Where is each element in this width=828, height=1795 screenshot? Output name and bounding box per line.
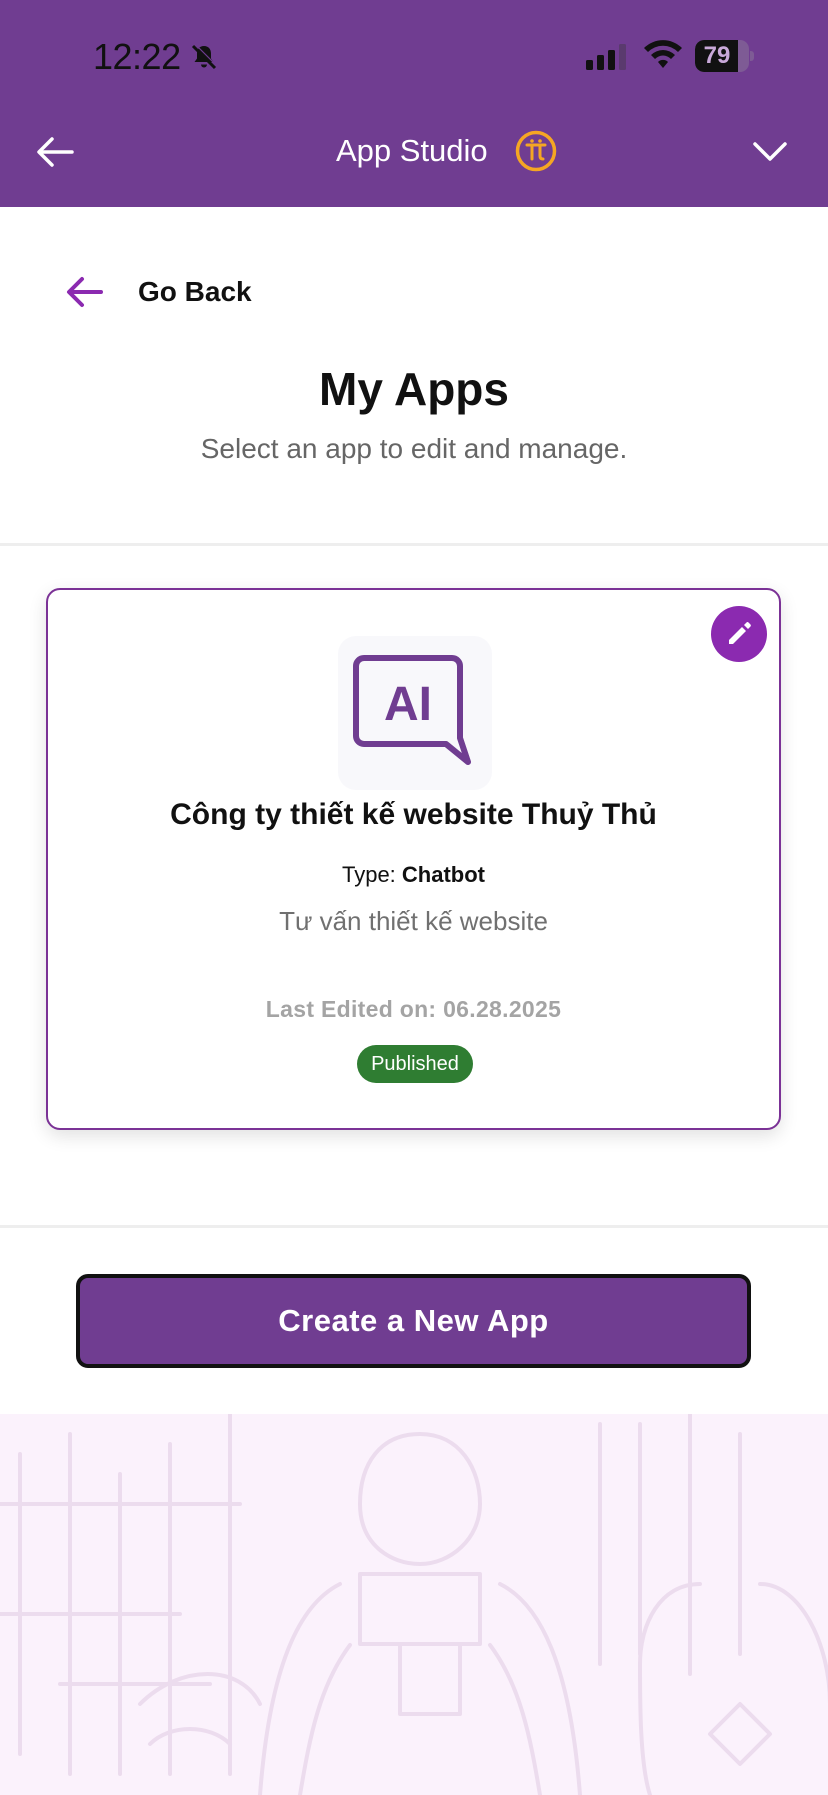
back-arrow-icon (67, 277, 103, 307)
last-edited: Last Edited on: 06.28.2025 (265, 996, 562, 1022)
app-header: 12:22 79 App Studio (0, 0, 828, 207)
app-name: Công ty thiết kế website Thuỷ Thủ (170, 798, 657, 831)
create-new-app-button[interactable]: Create a New App (76, 1274, 751, 1368)
pi-logo-icon (515, 130, 557, 172)
background-illustration (0, 1414, 828, 1795)
app-description: Tư vấn thiết kế website (279, 906, 548, 936)
cellular-signal-icon (586, 44, 626, 70)
people-illustration (0, 1414, 828, 1795)
chevron-down-icon[interactable] (752, 140, 788, 164)
go-back-label: Go Back (138, 276, 252, 307)
go-back-button[interactable]: Go Back (64, 270, 252, 314)
edit-app-button[interactable] (711, 606, 767, 662)
app-card[interactable]: AI Công ty thiết kế website Thuỷ Thủ Typ… (46, 588, 781, 1130)
app-type: Type: Chatbot (48, 862, 779, 888)
header-back-arrow-icon[interactable] (32, 132, 76, 172)
header-title: App Studio (336, 133, 488, 168)
divider (0, 543, 828, 546)
app-type-label: Type: (341, 862, 396, 887)
status-time: 12:22 (93, 36, 181, 77)
wifi-icon (644, 40, 682, 68)
battery-percent: 79 (703, 42, 731, 69)
page-title: My Apps (319, 363, 509, 415)
app-type-value: Chatbot (401, 862, 486, 887)
divider (0, 1225, 828, 1228)
app-icon: AI (338, 636, 492, 790)
battery-indicator: 79 (695, 40, 754, 72)
status-badge: Published (357, 1045, 473, 1083)
ai-chat-icon: AI (353, 655, 471, 765)
ai-icon-label: AI (384, 678, 432, 731)
page-subtitle: Select an app to edit and manage. (200, 433, 628, 464)
pencil-icon (729, 622, 751, 644)
bell-muted-icon (191, 43, 218, 70)
